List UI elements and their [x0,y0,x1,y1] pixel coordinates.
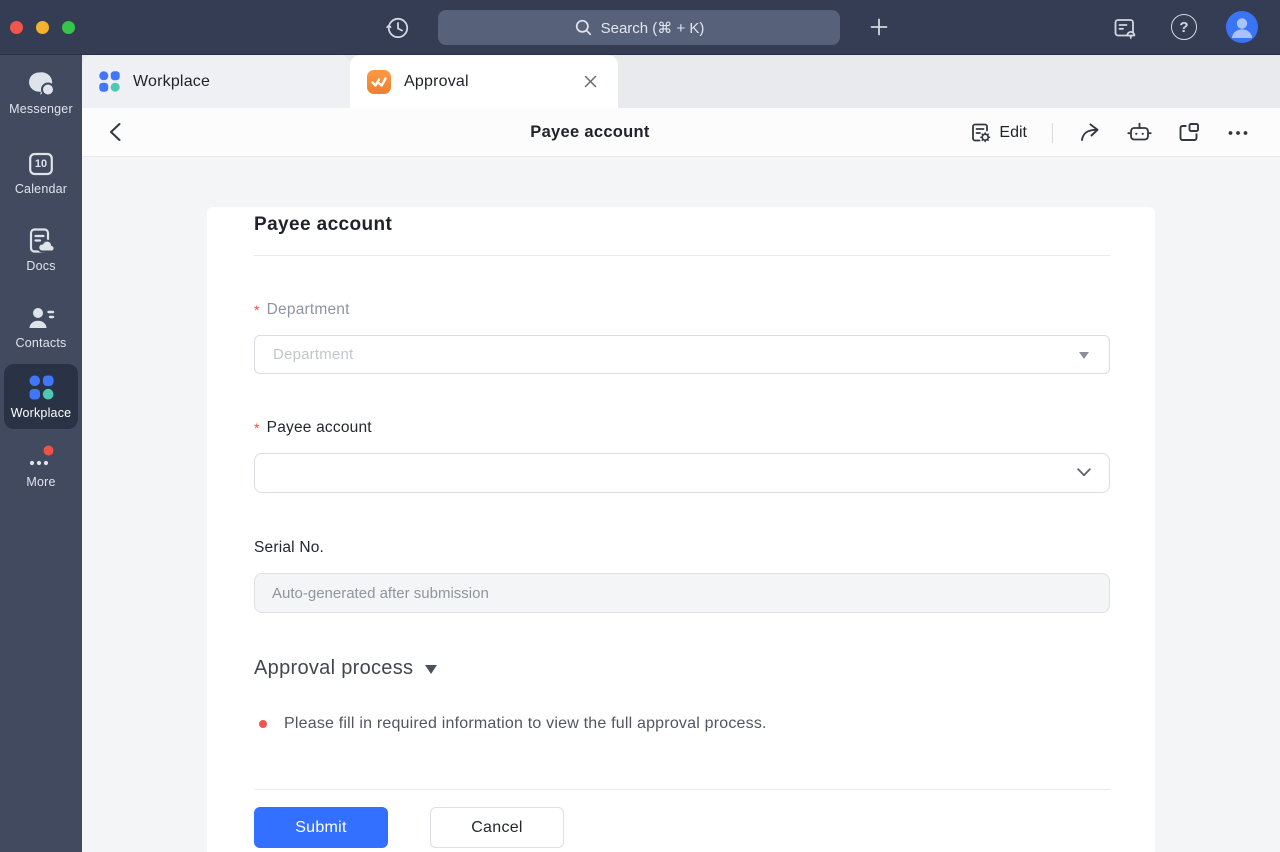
page-title: Payee account [530,123,649,142]
divider [254,789,1110,790]
tab-workplace[interactable]: Workplace [82,55,350,108]
search-placeholder: Search (⌘ + K) [601,19,705,37]
close-icon[interactable] [579,70,602,93]
department-placeholder: Department [273,346,353,363]
open-in-window-icon[interactable] [1177,121,1201,145]
traffic-lights [10,21,75,34]
tab-label: Workplace [133,73,334,91]
sidebar-item-docs[interactable]: Docs [26,228,55,273]
zoom-window-button[interactable] [62,21,75,34]
edit-label: Edit [999,124,1027,142]
edit-button[interactable]: Edit [969,121,1027,144]
more-dots-icon [26,444,56,470]
messenger-icon [27,71,55,97]
sidebar-item-calendar[interactable]: 10 Calendar [15,151,67,196]
new-tab-plus-icon[interactable] [866,14,892,40]
announcement-icon[interactable] [1110,13,1140,43]
contacts-icon [27,305,55,331]
sidebar-item-label: More [26,475,55,489]
bot-icon[interactable] [1127,120,1152,145]
dropdown-caret-icon [1079,352,1089,359]
form-title: Payee account [254,212,1110,238]
workplace-icon [28,374,55,401]
sidebar-item-label: Calendar [15,182,67,196]
required-marker: * [254,300,260,320]
close-window-button[interactable] [10,21,23,34]
workplace-icon [98,70,121,93]
minimize-window-button[interactable] [36,21,49,34]
avatar[interactable] [1226,11,1258,43]
share-icon[interactable] [1078,121,1102,145]
approval-process-title: Approval process [254,654,413,682]
calendar-icon: 10 [28,151,54,177]
sidebar-item-label: Contacts [16,336,67,350]
approval-process-toggle[interactable]: Approval process [254,654,1110,682]
header-actions: Edit [969,108,1250,157]
tab-label: Approval [404,73,567,91]
form-card: Payee account * Department Department * … [207,207,1155,852]
search-input[interactable]: Search (⌘ + K) [438,10,840,45]
payee-account-select[interactable] [254,453,1110,493]
sidebar-item-label: Messenger [9,102,73,116]
edit-form-icon [969,121,992,144]
serial-no-label: Serial No. [254,538,1110,558]
content-area: Payee account * Department Department * … [82,157,1280,852]
docs-icon [28,228,55,254]
more-actions-icon[interactable] [1226,121,1250,145]
sidebar-item-workplace[interactable]: Workplace [4,364,78,429]
page-header: Payee account [82,108,1280,157]
chevron-down-icon [1077,468,1091,477]
serial-no-input[interactable] [254,573,1110,613]
divider [1052,123,1053,143]
submit-button[interactable]: Submit [254,807,388,848]
sidebar-item-label: Docs [26,259,55,273]
sidebar-item-contacts[interactable]: Contacts [16,305,67,350]
cancel-button[interactable]: Cancel [430,807,564,848]
divider [254,255,1110,256]
form-actions: Submit Cancel [254,807,1110,848]
approval-icon [366,69,392,95]
back-icon[interactable] [104,119,130,145]
approval-process-notice: Please fill in required information to v… [254,713,1110,735]
required-marker: * [254,418,260,438]
search-icon [574,18,593,37]
payee-account-label: * Payee account [254,418,1110,438]
window-titlebar: Search (⌘ + K) ? [0,0,1280,55]
notification-dot [44,446,54,456]
sidebar-item-more[interactable]: More [26,444,56,489]
history-icon[interactable] [384,14,412,42]
tab-bar: Workplace Approval [82,55,1280,108]
department-select[interactable]: Department [254,335,1110,374]
tab-approval[interactable]: Approval [350,55,618,108]
calendar-day-number: 10 [28,158,54,170]
sidebar-item-messenger[interactable]: Messenger [9,71,73,116]
app-sidebar: Messenger 10 Calendar Docs [0,55,82,852]
red-dot-icon [259,720,267,728]
collapse-triangle-icon [425,665,437,674]
department-label: * Department [254,300,1110,320]
sidebar-item-label: Workplace [11,406,72,420]
help-icon[interactable]: ? [1171,14,1197,40]
